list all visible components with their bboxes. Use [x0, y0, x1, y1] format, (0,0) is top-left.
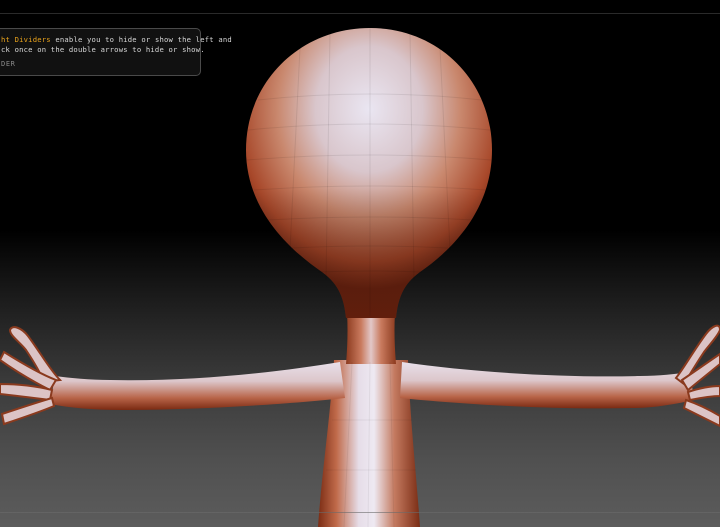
- model-left-arm: [50, 362, 345, 410]
- help-tooltip: ht Dividers enable you to hide or show t…: [0, 28, 232, 76]
- model-right-arm: [400, 362, 694, 409]
- tooltip-footer: DER: [1, 60, 16, 68]
- model-right-hand: [674, 324, 720, 428]
- tooltip-line-1: ht Dividers enable you to hide or show t…: [1, 35, 232, 45]
- tooltip-highlight: ht Dividers: [1, 35, 51, 44]
- sculpt-model[interactable]: [0, 0, 720, 527]
- model-left-hand: [0, 326, 63, 426]
- canvas-viewport[interactable]: ht Dividers enable you to hide or show t…: [0, 0, 720, 527]
- tooltip-line-2: ck once on the double arrows to hide or …: [1, 45, 205, 54]
- tooltip-line-1-text: enable you to hide or show the left and: [50, 35, 232, 44]
- canvas-bottom-border: [0, 512, 720, 513]
